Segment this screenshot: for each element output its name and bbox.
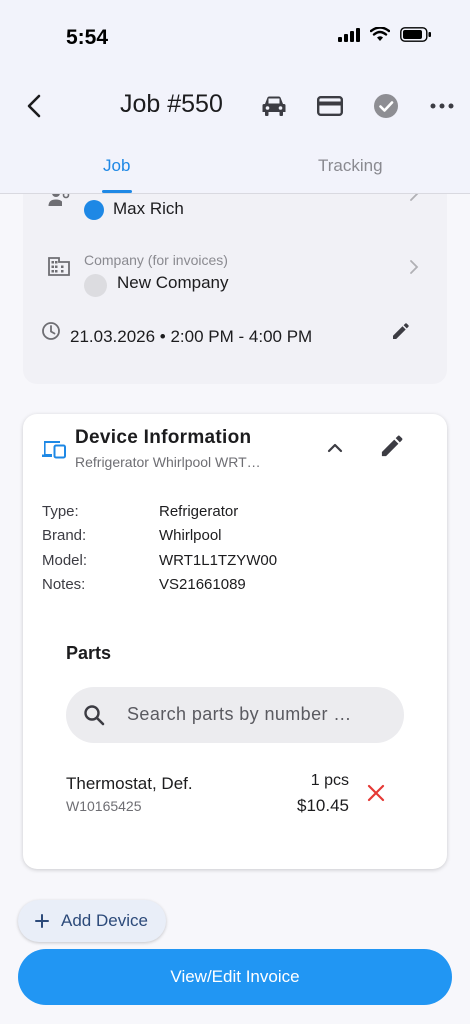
device-title: Device Information <box>75 427 252 448</box>
plus-icon <box>35 914 49 928</box>
technician-color-dot <box>84 200 104 220</box>
tab-bar: Job Tracking <box>0 146 470 194</box>
parts-title: Parts <box>66 643 112 663</box>
status-time: 5:54 <box>66 26 109 49</box>
credit-card-icon <box>317 96 343 116</box>
part-price: $10.45 <box>297 796 349 815</box>
assigned-person-icon <box>48 194 70 206</box>
wifi-icon <box>370 27 390 41</box>
search-icon <box>84 705 105 726</box>
company-name[interactable]: New Company <box>117 273 229 293</box>
status-icons <box>338 27 432 42</box>
add-device-label: Add Device <box>61 911 148 930</box>
vehicle-button[interactable] <box>260 92 288 120</box>
device-subtitle: Refrigerator Whirlpool WRT… <box>75 454 261 470</box>
part-number: W10165425 <box>66 798 142 814</box>
field-label-model: Model: <box>42 552 88 569</box>
field-label-notes: Notes: <box>42 576 86 593</box>
more-horizontal-icon <box>430 103 454 109</box>
field-value-type: Refrigerator <box>159 503 239 520</box>
field-value-brand: Whirlpool <box>159 527 222 544</box>
battery-icon <box>400 27 431 42</box>
payment-button[interactable] <box>316 92 344 120</box>
cellular-signal-icon <box>338 27 360 42</box>
chevron-up-icon[interactable] <box>325 438 345 458</box>
check-circle-icon <box>374 94 398 118</box>
technician-name[interactable]: Max Rich <box>113 199 184 219</box>
app-header: Job #550 Job Tracking <box>0 78 470 194</box>
edit-schedule-icon[interactable] <box>390 322 410 342</box>
view-edit-invoice-button[interactable]: View/Edit Invoice <box>18 949 452 1005</box>
schedule-text: 21.03.2026 • 2:00 PM - 4:00 PM <box>70 327 313 346</box>
job-details-card: Max Rich Company (for invoices) New Comp… <box>23 194 447 384</box>
clock-icon <box>42 322 60 340</box>
tab-indicator <box>102 190 132 193</box>
parts-search-input[interactable]: Search parts by number … <box>66 687 404 743</box>
devices-icon <box>42 441 66 459</box>
field-label-brand: Brand: <box>42 527 87 544</box>
remove-part-icon[interactable] <box>366 783 386 803</box>
device-info-card: Device Information Refrigerator Whirlpoo… <box>23 414 447 869</box>
back-arrow-icon <box>27 94 41 118</box>
field-label-type: Type: <box>42 503 79 520</box>
chevron-right-icon[interactable] <box>406 194 422 202</box>
more-button[interactable] <box>428 92 456 120</box>
add-device-button[interactable]: Add Device <box>18 900 166 942</box>
search-placeholder: Search parts by number … <box>127 704 352 724</box>
tab-tracking[interactable]: Tracking <box>318 156 383 176</box>
chevron-right-icon[interactable] <box>406 259 422 275</box>
field-value-notes: VS21661089 <box>159 576 246 593</box>
complete-job-button[interactable] <box>372 92 400 120</box>
field-value-model: WRT1L1TZYW00 <box>159 552 278 569</box>
company-label: Company (for invoices) <box>84 252 228 268</box>
part-quantity: 1 pcs <box>310 772 349 789</box>
company-color-dot <box>84 274 107 297</box>
job-content[interactable]: Max Rich Company (for invoices) New Comp… <box>0 194 470 1024</box>
car-icon <box>262 96 286 116</box>
back-button[interactable] <box>20 92 48 120</box>
building-icon <box>48 257 70 276</box>
tab-job[interactable]: Job <box>103 156 130 176</box>
edit-device-icon[interactable] <box>378 434 404 460</box>
part-name: Thermostat, Def. <box>66 774 193 793</box>
page-title: Job #550 <box>120 90 223 118</box>
status-bar: 5:54 <box>0 0 470 78</box>
